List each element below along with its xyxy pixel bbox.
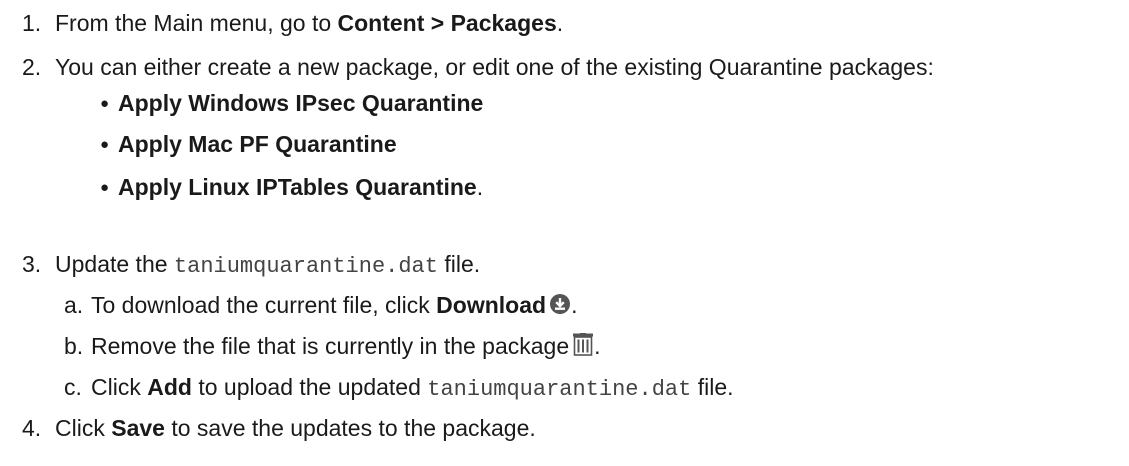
substep-b: b. Remove the file that is currently in t… bbox=[64, 332, 601, 362]
step-text-end: . bbox=[556, 10, 564, 36]
package-name: Apply Mac PF Quarantine bbox=[118, 131, 397, 157]
download-icon bbox=[549, 293, 571, 321]
bullet-icon: ● bbox=[100, 179, 110, 196]
package-item-linux: ● Apply Linux IPTables Quarantine. bbox=[100, 173, 483, 202]
step-4: 4. Click Save to save the updates to the … bbox=[22, 414, 536, 442]
step-2: 2. You can either create a new package, o… bbox=[22, 53, 934, 81]
file-name: taniumquarantine.dat bbox=[427, 377, 692, 402]
file-name: taniumquarantine.dat bbox=[173, 254, 438, 279]
substep-letter: c. bbox=[64, 374, 82, 400]
substep-text-mid: to upload the updated bbox=[191, 374, 428, 400]
step-text: You can either create a new package, or … bbox=[55, 54, 934, 80]
step-text: From the Main menu, go to bbox=[55, 10, 338, 36]
add-label: Add bbox=[147, 374, 192, 400]
step-text: Click bbox=[55, 415, 112, 441]
step-number: 3. bbox=[22, 251, 42, 277]
save-label: Save bbox=[111, 415, 165, 441]
trash-icon bbox=[572, 333, 594, 362]
step-text: Update the bbox=[55, 251, 174, 277]
step-number: 4. bbox=[22, 415, 42, 441]
substep-text-end: file. bbox=[691, 374, 734, 400]
step-number: 1. bbox=[22, 10, 42, 36]
package-suffix: . bbox=[476, 174, 484, 200]
step-1: 1. From the Main menu, go to Content > Pa… bbox=[22, 9, 563, 37]
substep-text: Click bbox=[91, 374, 148, 400]
substep-text: To download the current file, click bbox=[91, 292, 437, 318]
substep-text: Remove the file that is currently in the… bbox=[91, 333, 570, 359]
package-item-windows: ● Apply Windows IPsec Quarantine bbox=[100, 89, 483, 118]
bullet-icon: ● bbox=[100, 95, 110, 112]
substep-text-end: . bbox=[594, 333, 601, 359]
substep-c: c. Click Add to upload the updated tanium… bbox=[64, 373, 734, 404]
substep-a: a. To download the current file, click Do… bbox=[64, 291, 577, 321]
step-number: 2. bbox=[22, 54, 42, 80]
step-text-end: to save the updates to the package. bbox=[164, 415, 536, 441]
step-3: 3. Update the taniumquarantine.dat file. bbox=[22, 250, 480, 281]
substep-letter: a. bbox=[64, 292, 84, 318]
package-item-mac: ● Apply Mac PF Quarantine bbox=[100, 130, 397, 159]
bullet-icon: ● bbox=[100, 136, 110, 153]
menu-path: Content > Packages bbox=[337, 10, 557, 36]
step-text-end: file. bbox=[437, 251, 481, 277]
download-label: Download bbox=[436, 292, 547, 318]
package-name: Apply Windows IPsec Quarantine bbox=[118, 90, 484, 116]
substep-text-end: . bbox=[571, 292, 578, 318]
substep-letter: b. bbox=[64, 333, 84, 359]
package-name: Apply Linux IPTables Quarantine bbox=[118, 174, 477, 200]
